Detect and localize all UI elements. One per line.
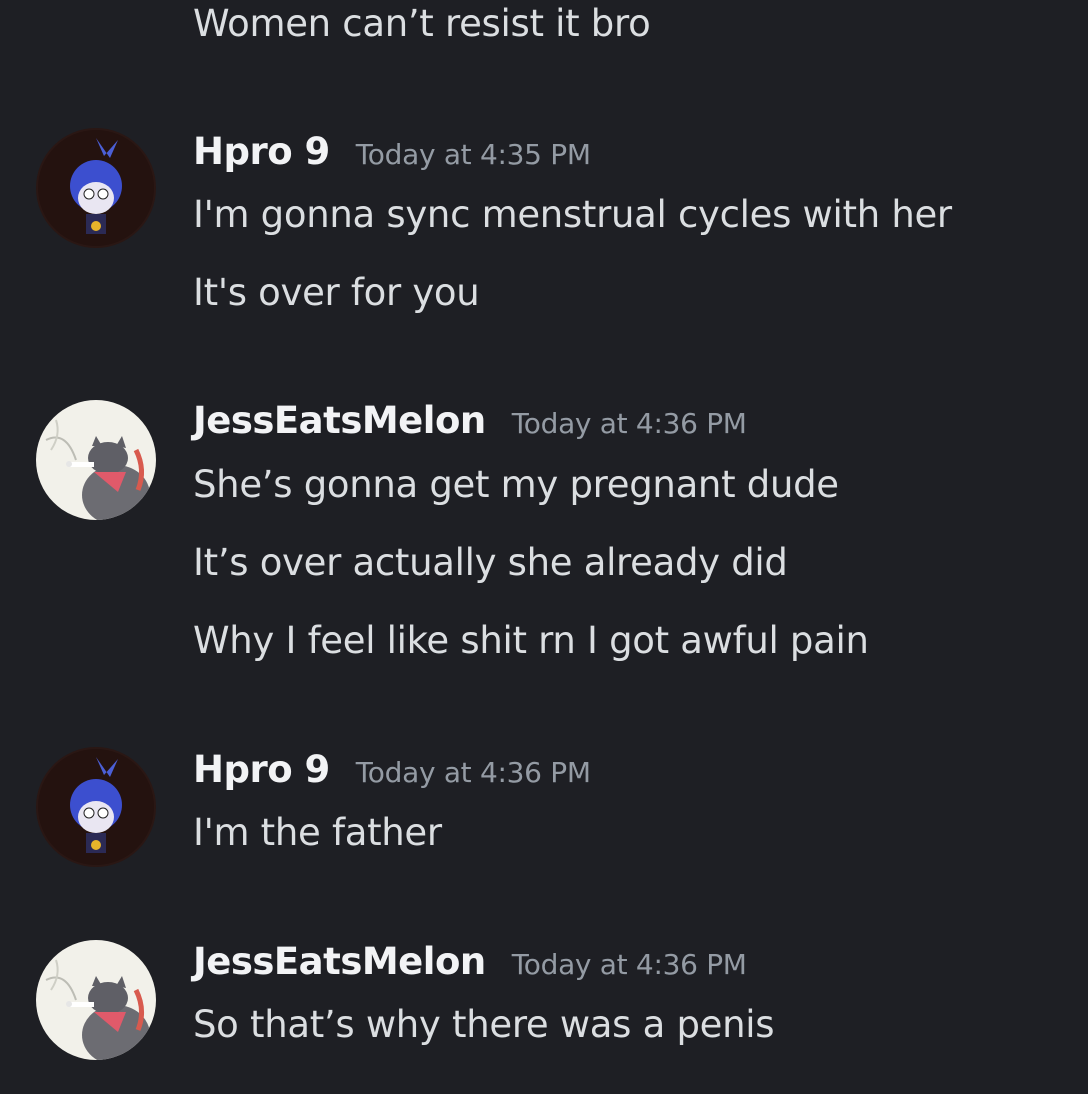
user-avatar[interactable] [36, 940, 156, 1060]
user-avatar[interactable] [36, 747, 156, 867]
timestamp: Today at 4:36 PM [355, 756, 591, 789]
username[interactable]: Hpro 9 [193, 748, 330, 792]
message-header: JessEatsMelon Today at 4:36 PM [193, 940, 747, 987]
username[interactable]: Hpro 9 [193, 130, 330, 174]
blue-haired-character-icon [36, 128, 156, 248]
message-header: Hpro 9 Today at 4:36 PM [193, 748, 591, 795]
user-avatar[interactable] [36, 128, 156, 248]
username[interactable]: JessEatsMelon [193, 940, 486, 984]
blue-haired-character-icon [36, 747, 156, 867]
timestamp: Today at 4:36 PM [511, 948, 747, 981]
message-text: I'm gonna sync menstrual cycles with her [193, 193, 952, 236]
user-avatar[interactable] [36, 400, 156, 520]
message-header: Hpro 9 Today at 4:35 PM [193, 130, 591, 177]
message-text: Why I feel like shit rn I got awful pain [193, 619, 869, 662]
message-text: It’s over actually she already did [193, 541, 788, 584]
timestamp: Today at 4:36 PM [511, 407, 747, 440]
message-header: JessEatsMelon Today at 4:36 PM [193, 399, 747, 446]
message-text: So that’s why there was a penis [193, 1003, 775, 1046]
message-text: She’s gonna get my pregnant dude [193, 463, 839, 506]
timestamp: Today at 4:35 PM [355, 138, 591, 171]
message-text: I'm the father [193, 811, 442, 854]
cat-smoking-icon [36, 400, 156, 520]
cat-smoking-icon [36, 940, 156, 1060]
chat-message-list: Women can’t resist it bro Hpro 9 Today a… [0, 0, 1088, 1094]
username[interactable]: JessEatsMelon [193, 399, 486, 443]
message-text: It's over for you [193, 271, 480, 314]
message-text: Women can’t resist it bro [193, 2, 651, 45]
